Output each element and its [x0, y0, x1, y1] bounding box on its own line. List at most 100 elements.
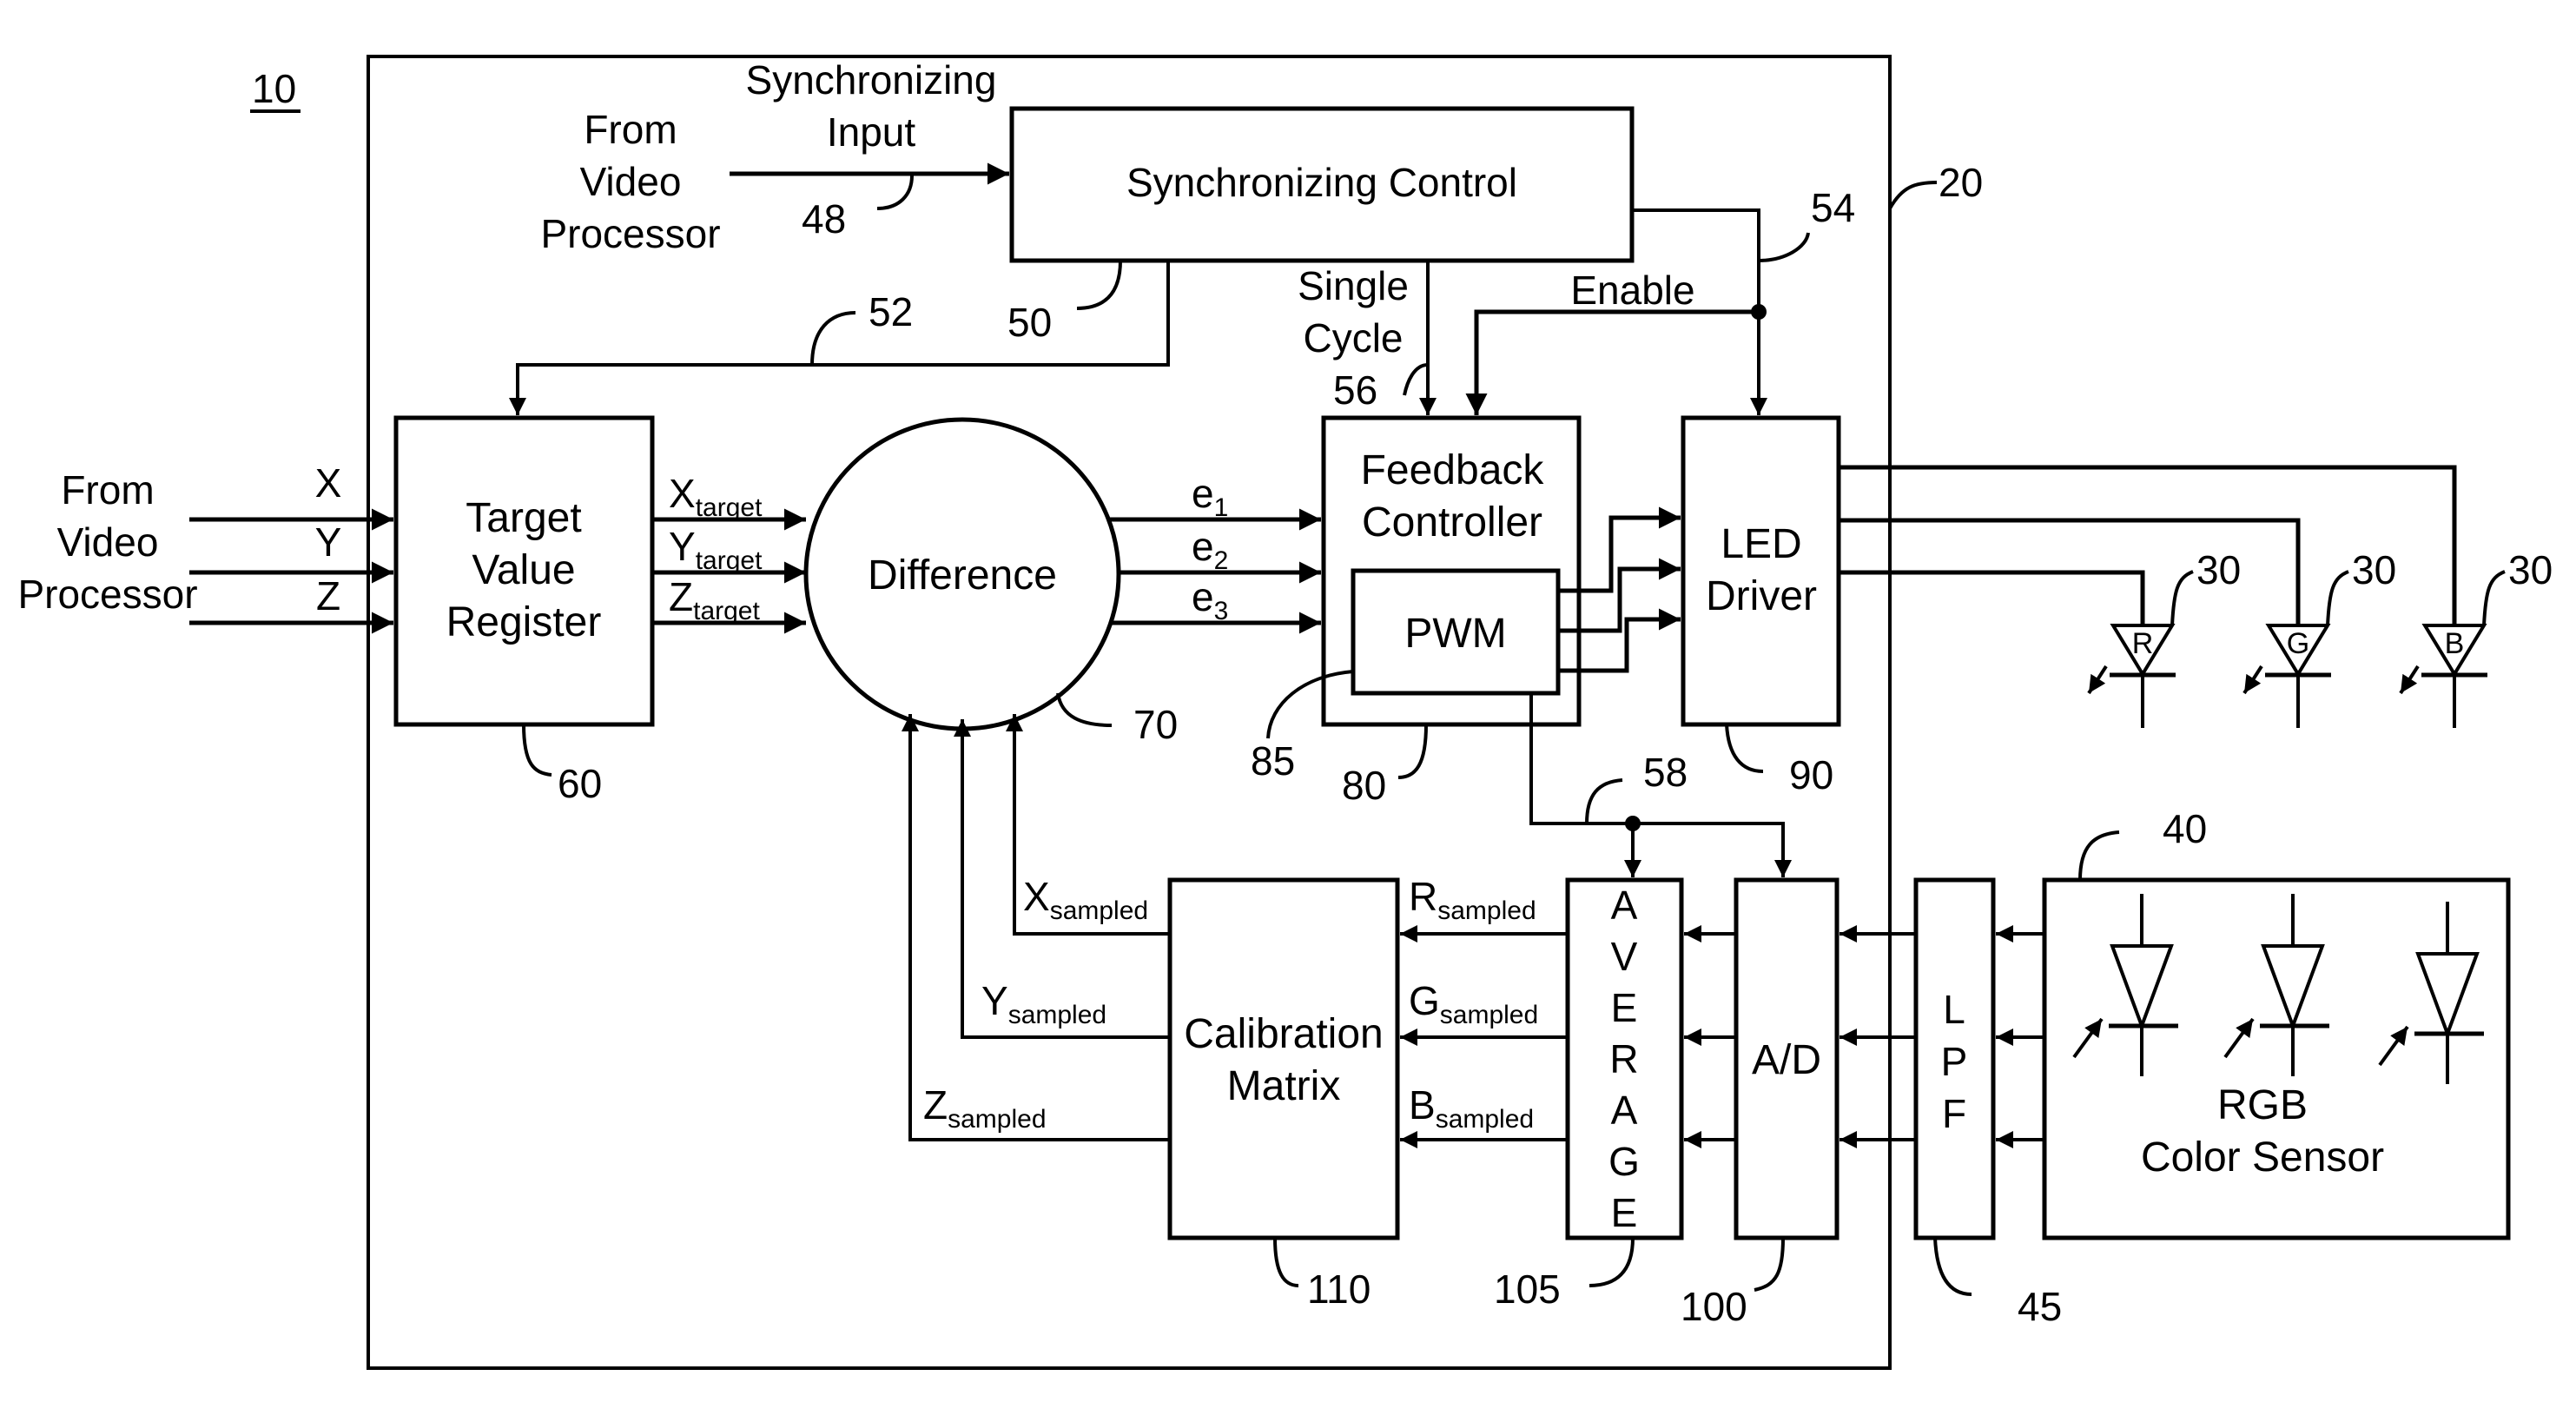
- target-output-label-main: Y: [669, 524, 696, 569]
- error-signal-label-subscript: 3: [1214, 597, 1229, 625]
- output-leds: R 30 G 30 B 30: [2087, 547, 2553, 728]
- target-output-label-main: Z: [669, 574, 693, 619]
- svg-text:LED: LED: [1721, 521, 1801, 567]
- enable-junction-dot: [1751, 304, 1767, 320]
- figure-ref-10: 10: [250, 66, 301, 113]
- led-ref-leader: [2482, 570, 2506, 626]
- enable-label: Enable: [1570, 268, 1694, 313]
- lpf-ref: 45: [2018, 1284, 2062, 1329]
- sampled-rgb-labels: RsampledGsampledBsampled: [1409, 874, 1538, 1134]
- feedback-ref-leader: [1397, 724, 1428, 779]
- ad-ref: 100: [1681, 1284, 1747, 1329]
- sample-trigger-ref-leader: [1585, 778, 1623, 824]
- svg-text:Cycle: Cycle: [1303, 315, 1403, 360]
- svg-text:Target: Target: [466, 495, 581, 541]
- lpf-letter: P: [1941, 1039, 1968, 1084]
- pwm-label: PWM: [1404, 611, 1506, 657]
- calibration-ref-leader: [1273, 1237, 1299, 1287]
- svg-text:RGB: RGB: [2217, 1082, 2308, 1128]
- svg-text:Controller: Controller: [1362, 499, 1542, 546]
- svg-text:Synchronizing: Synchronizing: [746, 57, 997, 103]
- sampled-xyz-label-main: X: [1023, 874, 1050, 919]
- enable-ref-leader: [1758, 232, 1810, 262]
- sampled-xyz-label-subscript: sampled: [1008, 1001, 1106, 1029]
- error-signal-label-subscript: 2: [1214, 546, 1229, 575]
- svg-text:Video: Video: [57, 519, 159, 565]
- target-output-label-main: X: [669, 471, 696, 516]
- target-output-signals: XtargetYtargetZtarget: [652, 471, 806, 634]
- ad-ref-leader: [1754, 1237, 1785, 1292]
- sampled-rgb-label-main: G: [1409, 978, 1440, 1023]
- controller-ref: 20: [1939, 160, 1983, 205]
- ad-converter-label: A/D: [1752, 1037, 1821, 1083]
- target-register-ref-leader: [522, 724, 552, 777]
- svg-text:From: From: [584, 107, 677, 152]
- target-output-label-subscript: target: [696, 546, 763, 575]
- average-label: AVERAGE: [1608, 883, 1640, 1235]
- wire-52-leader: [810, 311, 856, 366]
- sync-control-label: Synchronizing Control: [1126, 160, 1517, 205]
- lpf-label: LPF: [1941, 987, 1968, 1136]
- sampled-xyz-label: Zsampled: [923, 1082, 1047, 1134]
- sampled-rgb-label-subscript: sampled: [1436, 1105, 1534, 1134]
- sync-to-register-wire: [509, 261, 1170, 415]
- sampled-rgb-label: Gsampled: [1409, 978, 1538, 1029]
- led-ref: 30: [2196, 547, 2241, 592]
- svg-text:Single: Single: [1298, 263, 1409, 308]
- sampled-xyz-label-subscript: sampled: [1050, 896, 1148, 925]
- left-video-source-label: From Video Processor: [17, 467, 197, 617]
- sync-control-ref-leader: [1076, 260, 1122, 310]
- led-drive-wire-b: [1839, 465, 2457, 625]
- error-signal-label-main: e: [1192, 574, 1214, 619]
- sample-trigger-ref: 58: [1643, 750, 1688, 795]
- svg-text:Video: Video: [580, 159, 682, 204]
- calibration-matrix-block: [1167, 877, 1400, 1240]
- sampled-rgb-label-subscript: sampled: [1437, 896, 1536, 925]
- light-emission-arrow-icon: [2242, 665, 2263, 695]
- error-signal-label-subscript: 1: [1214, 493, 1229, 522]
- xyz-input-labels: X Y Z: [315, 460, 342, 618]
- led-driver-ref: 90: [1789, 752, 1833, 797]
- sampled-rgb-label-main: B: [1409, 1082, 1436, 1128]
- svg-text:Feedback: Feedback: [1361, 447, 1545, 493]
- average-letter: V: [1611, 934, 1638, 979]
- difference-ref-leader: [1056, 692, 1113, 727]
- svg-text:Calibration: Calibration: [1184, 1011, 1383, 1057]
- average-ref: 105: [1494, 1267, 1561, 1312]
- feedback-ref: 80: [1342, 763, 1386, 808]
- calibration-ref: 110: [1307, 1267, 1371, 1312]
- svg-text:Register: Register: [446, 599, 602, 645]
- light-emission-arrow-icon: [2087, 665, 2108, 695]
- target-register-ref: 60: [558, 761, 602, 806]
- error-signal-label-main: e: [1192, 471, 1214, 516]
- svg-text:Value: Value: [472, 547, 575, 593]
- target-output-label: Xtarget: [669, 471, 763, 522]
- sync-control-ref: 50: [1007, 300, 1052, 345]
- sampled-rgb-label: Bsampled: [1409, 1082, 1534, 1134]
- average-letter: A: [1611, 883, 1638, 928]
- sampled-rgb-label-main: R: [1409, 874, 1437, 919]
- rgb-sensor-ref-leader: [2078, 830, 2120, 881]
- pwm-ref: 85: [1251, 738, 1295, 784]
- led-ref-leader: [2170, 570, 2194, 626]
- sample-trigger-junction-dot: [1625, 816, 1641, 831]
- top-video-source-label: From Video Processor: [540, 107, 720, 256]
- led-ref-leader: [2326, 570, 2349, 626]
- led-driver-block: [1681, 415, 1841, 727]
- average-letter: E: [1611, 985, 1638, 1030]
- average-letter: R: [1609, 1036, 1638, 1081]
- target-output-label: Ytarget: [669, 524, 763, 575]
- sync-input-label: Synchronizing Input: [746, 57, 997, 155]
- sampled-xyz-label: Ysampled: [981, 978, 1106, 1029]
- difference-label: Difference: [868, 552, 1057, 599]
- led-feedback-block-diagram: 10 20 From Video Processor Synchronizing…: [17, 55, 2553, 1370]
- svg-text:Y: Y: [315, 519, 342, 565]
- single-cycle-ref-leader: [1403, 363, 1429, 396]
- sampled-xyz-label-main: Y: [981, 978, 1008, 1023]
- led-driver-ref-leader: [1725, 724, 1764, 773]
- error-signal-label: e1: [1192, 471, 1228, 522]
- sampled-xyz-label-subscript: sampled: [948, 1105, 1046, 1134]
- enable-to-feedback-wire: [1465, 309, 1759, 415]
- z-sampled-wire: [902, 714, 1170, 1141]
- led-ref: 30: [2352, 547, 2396, 592]
